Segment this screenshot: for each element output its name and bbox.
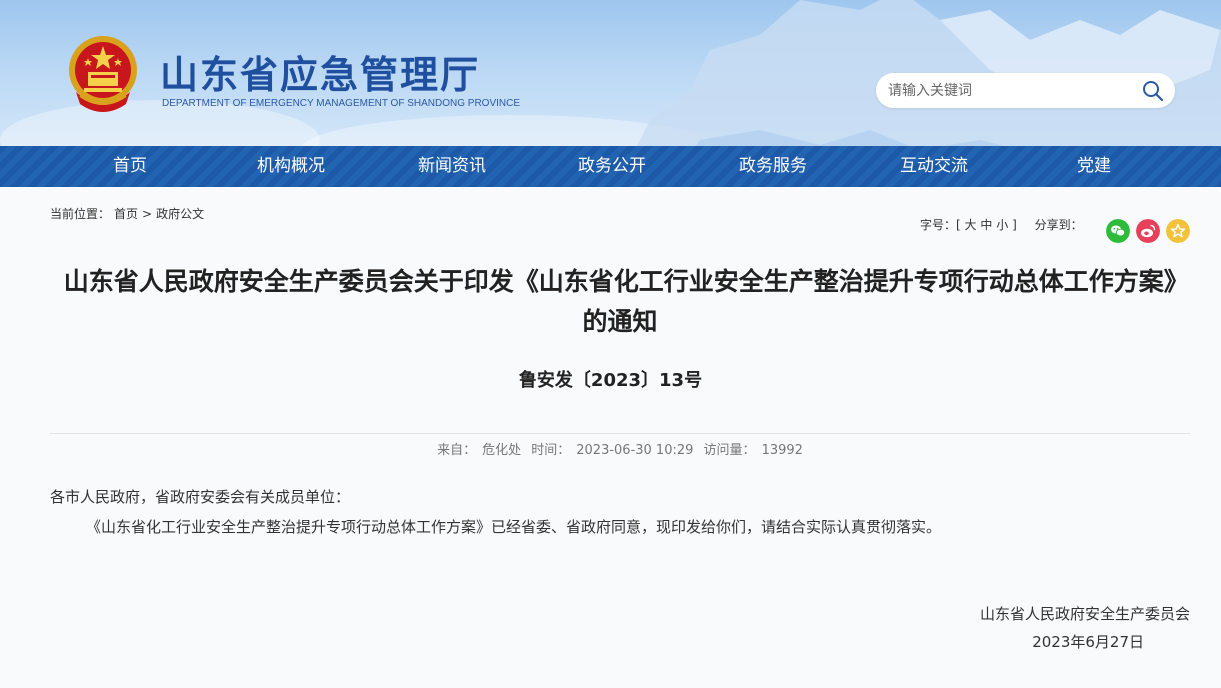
font-size-label: 字号： <box>920 218 957 232</box>
font-bracket-open: [ <box>956 218 961 232</box>
search-input[interactable] <box>888 80 1138 102</box>
views-label: 访问量： <box>703 443 756 458</box>
sign-date: 2023年6月27日 <box>1032 633 1144 651</box>
nav-item-interaction[interactable]: 互动交流 <box>874 146 994 187</box>
search-icon[interactable] <box>1141 79 1165 103</box>
article-tools: 字号：[ 大 中 小 ] 分享到： <box>920 216 1083 233</box>
main-nav: 首页 机构概况 新闻资讯 政务公开 政务服务 互动交流 党建 <box>0 146 1221 187</box>
breadcrumb-current[interactable]: 政府公文 <box>156 207 204 221</box>
divider <box>50 433 1190 434</box>
wechat-icon[interactable] <box>1106 219 1130 243</box>
document-number: 鲁安发〔2023〕13号 <box>518 370 703 391</box>
source-value: 危化处 <box>482 443 522 458</box>
font-size-large[interactable]: 大 <box>965 218 977 232</box>
body-paragraph: 《山东省化工行业安全生产整治提升专项行动总体工作方案》已经省委、省政府同意，现印… <box>86 518 942 536</box>
site-title[interactable]: 山东省应急管理厅 <box>160 44 480 99</box>
favorite-icon[interactable] <box>1166 219 1190 243</box>
font-bracket-close: ] <box>1012 218 1017 232</box>
breadcrumb: 当前位置： 首页 > 政府公文 <box>50 205 208 222</box>
signature: 山东省人民政府安全生产委员会 <box>979 605 1190 623</box>
breadcrumb-home[interactable]: 首页 <box>114 207 138 221</box>
article-meta: 来自： 危化处 时间： 2023-06-30 10:29 访问量： 13992 <box>0 439 1221 458</box>
nav-item-services[interactable]: 政务服务 <box>713 146 833 187</box>
nav-item-home[interactable]: 首页 <box>70 146 190 187</box>
font-size-small[interactable]: 小 <box>996 218 1008 232</box>
salutation: 各市人民政府，省政府安委会有关成员单位： <box>50 488 351 506</box>
font-size-medium[interactable]: 中 <box>980 218 992 232</box>
share-label: 分享到： <box>1034 218 1083 232</box>
header-banner: 山东省应急管理厅 DEPARTMENT OF EMERGENCY MANAGEM… <box>0 0 1221 146</box>
source-label: 来自： <box>437 443 477 458</box>
breadcrumb-separator: > <box>142 207 153 221</box>
site-subtitle: DEPARTMENT OF EMERGENCY MANAGEMENT OF SH… <box>162 98 521 109</box>
nav-item-party[interactable]: 党建 <box>1034 146 1154 187</box>
time-label: 时间： <box>531 443 571 458</box>
time-value: 2023-06-30 10:29 <box>576 443 694 458</box>
nav-item-news[interactable]: 新闻资讯 <box>392 146 512 187</box>
breadcrumb-prefix: 当前位置： <box>50 207 111 221</box>
article-title: 山东省人民政府安全生产委员会关于印发《山东省化工行业安全生产整治提升专项行动总体… <box>63 267 1177 336</box>
weibo-icon[interactable] <box>1136 219 1160 243</box>
search-box <box>876 73 1175 108</box>
views-count: 13992 <box>761 443 803 458</box>
national-emblem-icon <box>69 36 137 112</box>
nav-item-public-affairs[interactable]: 政务公开 <box>552 146 672 187</box>
nav-item-about[interactable]: 机构概况 <box>231 146 351 187</box>
